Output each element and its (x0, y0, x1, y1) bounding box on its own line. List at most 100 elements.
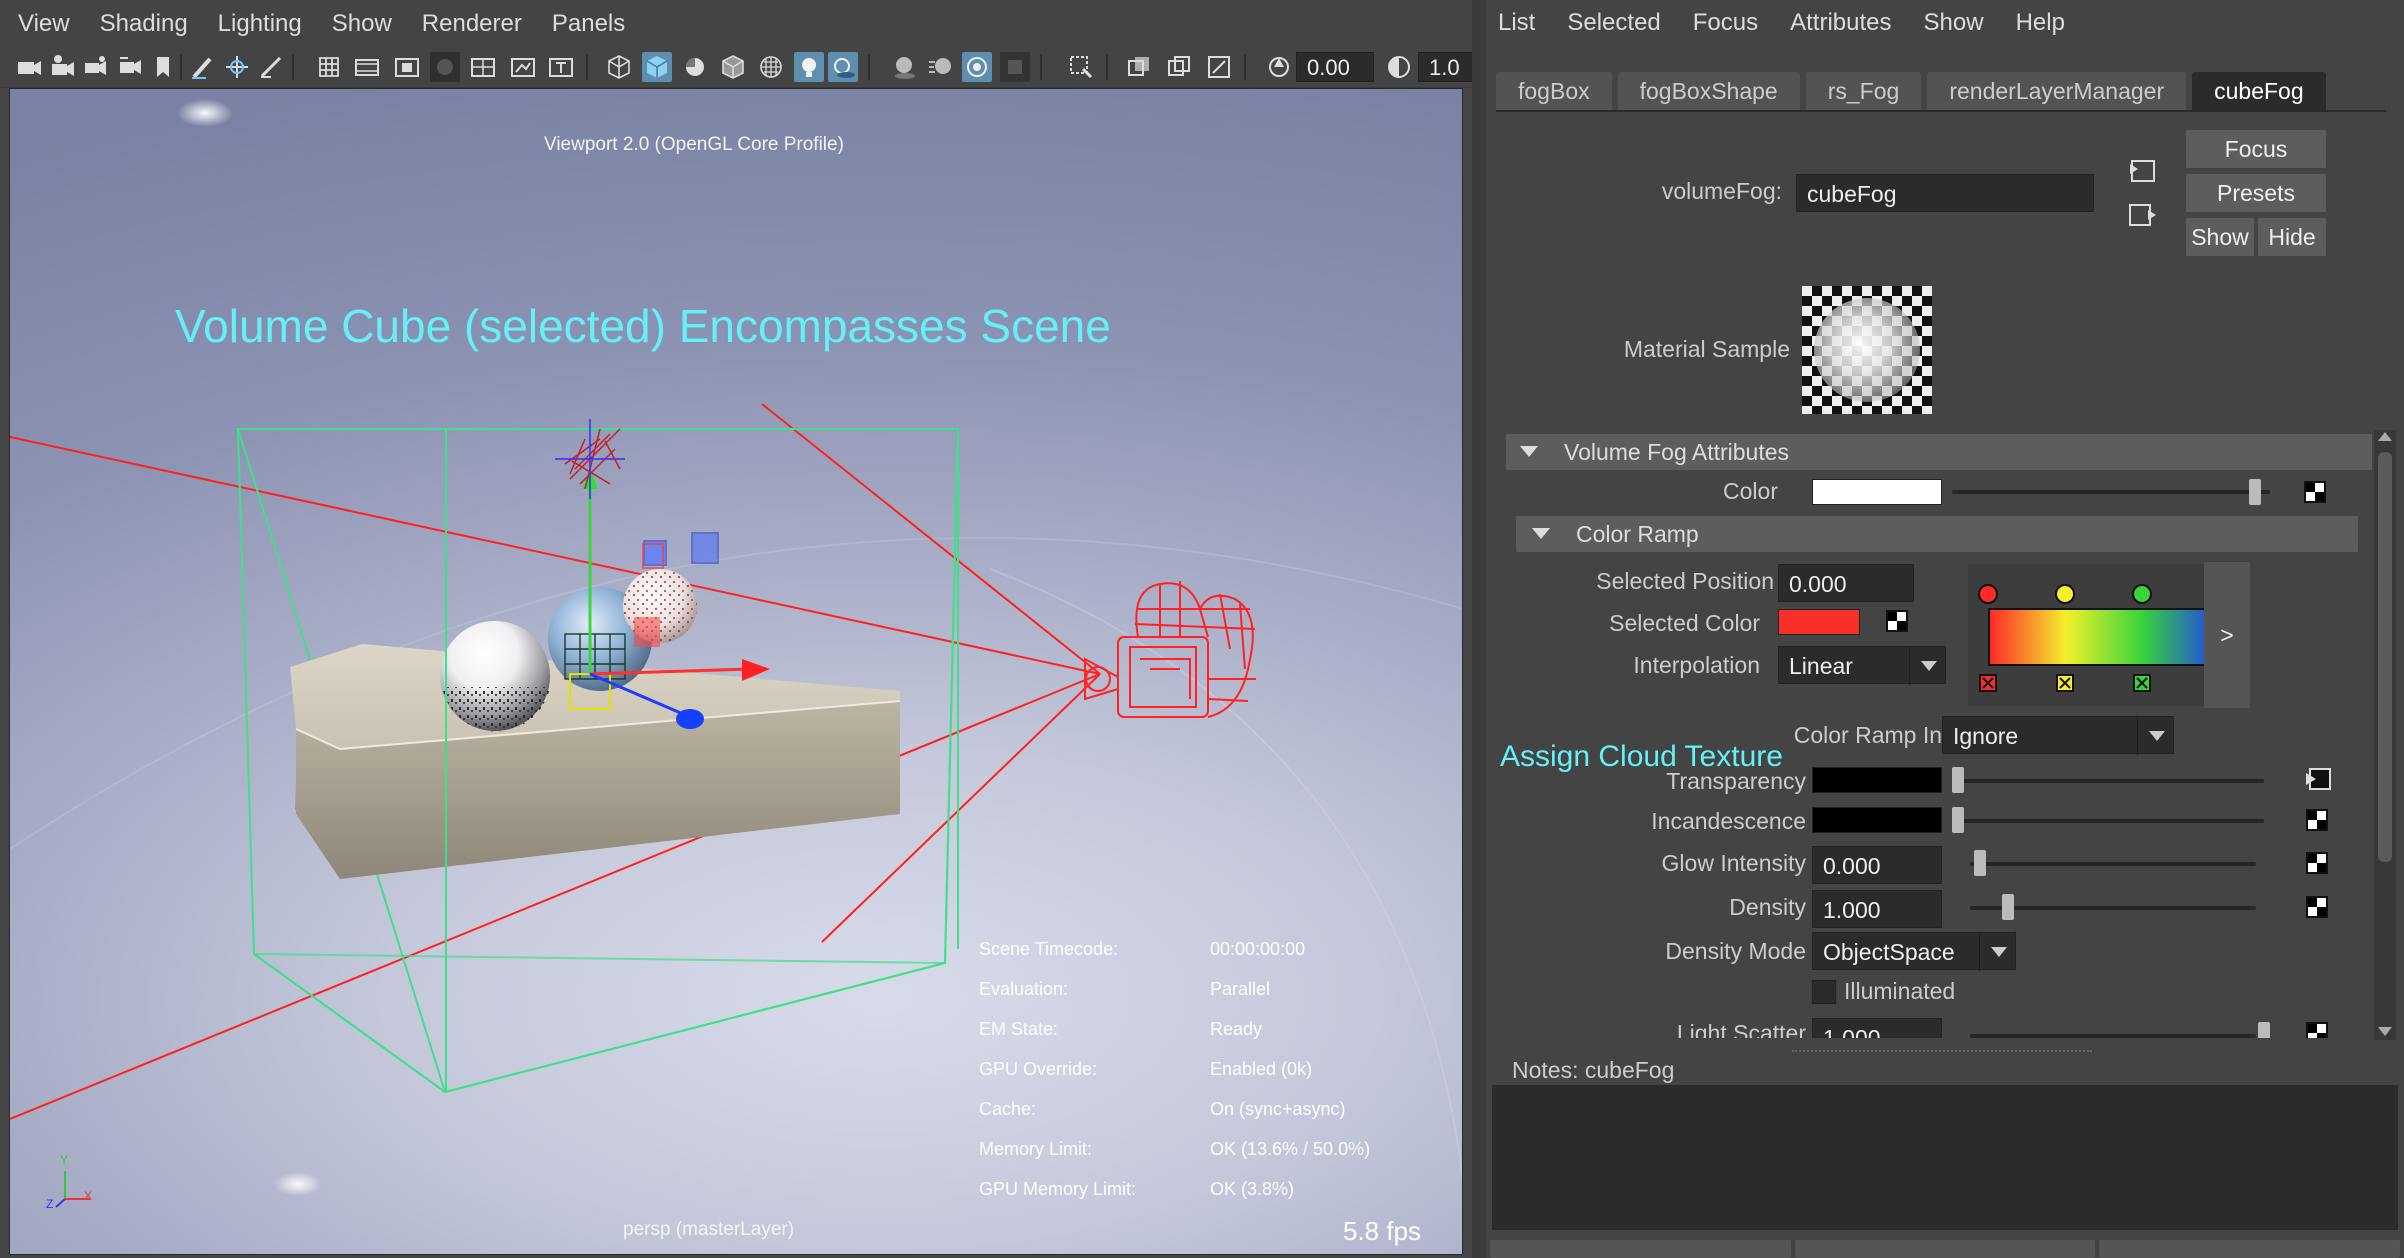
panel-splitter[interactable] (1472, 0, 1486, 1258)
selected-position-field[interactable]: 0.000 (1778, 564, 1914, 602)
incandescence-map-button[interactable] (2306, 809, 2328, 831)
light-scatter-slider-handle[interactable] (2258, 1022, 2270, 1038)
field-chart-icon[interactable] (468, 52, 498, 82)
density-mode-dropdown[interactable]: ObjectSpace (1812, 932, 2016, 971)
default-material-icon[interactable] (680, 52, 710, 82)
grid-icon[interactable] (314, 52, 344, 82)
2d-pan-zoom-icon[interactable] (222, 52, 252, 82)
viewport-menu-panels[interactable]: Panels (552, 0, 625, 48)
connected-input-icon[interactable] (2304, 766, 2334, 792)
smooth-shade-icon[interactable] (642, 52, 672, 82)
xray-components-icon[interactable] (1204, 52, 1234, 82)
xray-joints-icon[interactable] (1164, 52, 1194, 82)
ramp-handle[interactable] (2132, 584, 2153, 604)
bookmarks-icon[interactable] (82, 52, 112, 82)
exposure-icon[interactable] (1264, 52, 1294, 82)
directional-light-icon[interactable] (555, 419, 625, 499)
ae-menu-list[interactable]: List (1498, 9, 1535, 37)
transparency-slider-handle[interactable] (1952, 767, 1964, 793)
light-scatter-slider[interactable] (1970, 1034, 2256, 1038)
textured-icon[interactable] (756, 52, 786, 82)
illuminated-checkbox[interactable] (1812, 980, 1836, 1004)
render-camera-icon[interactable] (1084, 581, 1256, 718)
scene-canvas[interactable] (10, 89, 1463, 1255)
incandescence-slider[interactable] (1952, 819, 2264, 823)
ae-menu-selected[interactable]: Selected (1567, 9, 1660, 37)
node-name-field[interactable]: cubeFog (1796, 174, 2094, 212)
viewport-menu-view[interactable]: View (18, 0, 70, 48)
image-plane-icon[interactable] (116, 52, 146, 82)
tab-renderlayermanager[interactable]: renderLayerManager (1927, 72, 2187, 110)
tab-fogboxshape[interactable]: fogBoxShape (1617, 72, 1800, 110)
select-camera-icon[interactable] (14, 52, 44, 82)
material-sample-swatch[interactable] (1802, 286, 1932, 414)
color-map-button[interactable] (2304, 481, 2326, 503)
isolate-select-icon[interactable] (1066, 52, 1096, 82)
ae-menu-focus[interactable]: Focus (1693, 9, 1758, 37)
ramp-handle[interactable] (2055, 584, 2076, 604)
scroll-down-icon[interactable] (2378, 1027, 2392, 1036)
selected-color-swatch[interactable] (1778, 609, 1860, 635)
color-ramp-gradient[interactable] (1988, 608, 2222, 666)
exposure-field[interactable]: 0.00 (1296, 52, 1374, 82)
pencil-icon[interactable] (256, 52, 286, 82)
transparency-swatch[interactable] (1812, 767, 1942, 793)
notes-textarea[interactable] (1492, 1085, 2398, 1230)
ramp-handle[interactable] (1978, 584, 1998, 604)
ae-menu-show[interactable]: Show (1924, 9, 1984, 37)
select-button[interactable] (1490, 1240, 1791, 1258)
color-ramp-header[interactable]: Color Ramp (1516, 516, 2358, 552)
light-scatter-field[interactable]: 1.000 (1812, 1018, 1942, 1038)
density-map-button[interactable] (2306, 896, 2328, 918)
gamma-field[interactable]: 1.0 (1418, 52, 1472, 82)
color-slider[interactable] (1952, 490, 2270, 494)
gate-mask-icon[interactable] (430, 52, 460, 82)
viewport-menu-show[interactable]: Show (332, 0, 392, 48)
volume-fog-attributes-header[interactable]: Volume Fog Attributes (1506, 434, 2372, 470)
density-field[interactable]: 1.000 (1812, 890, 1942, 928)
hide-button[interactable]: Hide (2258, 218, 2326, 256)
color-ramp-widget[interactable] (1968, 564, 2232, 706)
tab-rs_fog[interactable]: rs_Fog (1805, 72, 1922, 110)
safe-title-icon[interactable] (546, 52, 576, 82)
focus-button[interactable]: Focus (2186, 130, 2326, 168)
glow-intensity-slider-handle[interactable] (1974, 850, 1986, 876)
resolution-gate-icon[interactable] (392, 52, 422, 82)
glow-intensity-slider[interactable] (1970, 862, 2256, 866)
color-ramp-input-dropdown[interactable]: Ignore (1942, 716, 2174, 755)
viewport-menu-lighting[interactable]: Lighting (218, 0, 302, 48)
ramp-handle-delete[interactable] (1979, 674, 1997, 692)
color-swatch[interactable] (1812, 479, 1942, 505)
show-button[interactable]: Show (2186, 218, 2254, 256)
viewport-menu-shading[interactable]: Shading (100, 0, 188, 48)
ramp-handle-delete[interactable] (2056, 674, 2075, 692)
selected-color-map-button[interactable] (1886, 610, 1908, 632)
shadows-icon[interactable] (828, 52, 858, 82)
tab-cubefog[interactable]: cubeFog (2192, 72, 2326, 110)
3d-viewport[interactable]: Viewport 2.0 (OpenGL Core Profile) Volum… (9, 88, 1463, 1255)
safe-action-icon[interactable] (508, 52, 538, 82)
viewport-menu-renderer[interactable]: Renderer (422, 0, 522, 48)
transparency-slider[interactable] (1952, 779, 2264, 783)
wireframe-icon[interactable] (604, 52, 634, 82)
camera-attributes-icon[interactable] (48, 52, 78, 82)
bookmark-icon[interactable] (148, 52, 178, 82)
ae-menu-attributes[interactable]: Attributes (1790, 9, 1891, 37)
scrollbar-thumb[interactable] (2378, 452, 2392, 862)
output-connections-icon[interactable] (2128, 202, 2158, 228)
grease-pencil-icon[interactable] (188, 52, 218, 82)
presets-button[interactable]: Presets (2186, 174, 2326, 212)
ramp-handle-delete[interactable] (2133, 674, 2152, 692)
scroll-up-icon[interactable] (2378, 432, 2392, 441)
ae-menu-help[interactable]: Help (2016, 9, 2065, 37)
wireframe-on-shaded-icon[interactable] (718, 52, 748, 82)
input-connections-icon[interactable] (2128, 158, 2158, 184)
open-ramp-editor-button[interactable]: > (2204, 562, 2250, 708)
incandescence-slider-handle[interactable] (1952, 807, 1964, 833)
load-attributes-button[interactable] (1794, 1240, 2096, 1258)
depth-of-field-icon[interactable] (1000, 52, 1030, 82)
chrome-sphere[interactable] (440, 621, 550, 732)
light-scatter-map-button[interactable] (2306, 1022, 2328, 1038)
xray-icon[interactable] (1124, 52, 1154, 82)
copy-tab-button[interactable] (2099, 1240, 2401, 1258)
